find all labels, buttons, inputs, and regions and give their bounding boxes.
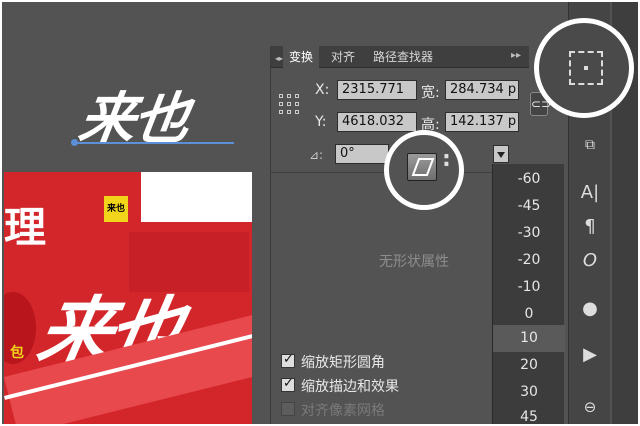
dropdown-option[interactable]: 20 [493,352,565,379]
poster-artwork[interactable]: 理 来也 包 来也 [4,172,252,424]
collapse-arrows-icon[interactable]: ◂▸ [275,54,283,63]
shear-dropdown-list: -60 -45 -30 -20 -10 0 10 20 30 45 [492,164,565,424]
no-shape-properties: 无形状属性 [379,254,449,270]
width-label: 宽: [421,85,440,101]
x-label: X: [315,82,330,98]
tab-align[interactable]: 对齐 [325,46,361,68]
dropdown-option[interactable]: -45 [493,193,565,220]
dropdown-option[interactable]: -60 [493,166,565,193]
checkbox[interactable] [281,352,295,368]
height-field[interactable]: 142.137 p [445,112,519,132]
align-panel-icon[interactable] [569,51,603,85]
dropdown-option[interactable]: -30 [493,220,565,247]
poster-side-text: 包 [10,345,24,361]
appearance-icon[interactable]: ● [569,294,611,324]
y-field[interactable]: 4618.032 [337,112,417,132]
pathfinder-icon[interactable]: ⧉ [569,130,611,160]
dropdown-option[interactable]: 45 [493,404,565,424]
workspace: 来也 理 来也 包 来也 ◂▸ 变换 对齐 路径查找器 ▸▸ X: 2315.7… [2,2,638,424]
shear-icon[interactable] [407,153,437,181]
checkbox[interactable] [281,376,295,392]
dropdown-option[interactable]: 30 [493,379,565,406]
tab-transform[interactable]: 变换 [283,46,320,68]
transform-panel: ◂▸ 变换 对齐 路径查找器 ▸▸ X: 2315.771 宽: 284.734… [270,46,529,424]
x-field[interactable]: 2315.771 [337,80,417,100]
width-field[interactable]: 284.734 p [445,80,519,100]
links-icon[interactable]: ⊖ [569,392,611,422]
play-icon[interactable]: ▶ [569,340,611,370]
reference-point-icon[interactable] [279,94,301,116]
dropdown-option[interactable]: 0 [493,301,565,328]
checkbox [281,402,295,416]
panel-tabbar: ◂▸ 变换 对齐 路径查找器 ▸▸ [271,46,529,68]
dropdown-option[interactable]: -10 [493,274,565,301]
poster-char: 理 [4,203,47,252]
shear-dropdown-arrow[interactable] [493,145,509,163]
selection-baseline [71,139,234,146]
shear-highlight: : [384,130,464,210]
dropdown-option-selected[interactable]: 10 [493,325,565,352]
paragraph-icon[interactable]: ¶ [569,212,611,242]
character-icon[interactable]: A| [569,178,611,208]
y-label: Y: [315,114,327,130]
align-panel-highlight [534,18,634,118]
dropdown-option[interactable]: -20 [493,247,565,274]
angle-field[interactable]: 0° [335,144,389,164]
panel-menu-icon[interactable]: ▸▸ [511,50,521,61]
rotate-angle-icon: ⊿: [309,148,324,162]
tab-pathfinder[interactable]: 路径查找器 [367,46,439,68]
poster-badge: 来也 [104,196,128,222]
opentype-icon[interactable]: O [569,246,611,276]
